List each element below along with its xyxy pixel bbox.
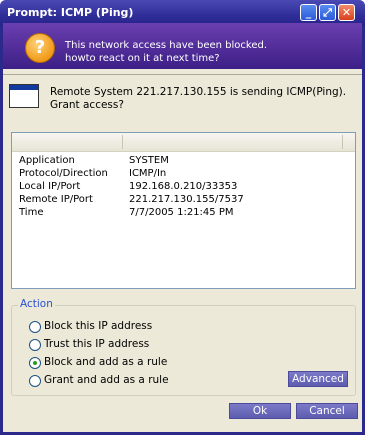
- maximize-icon[interactable]: ⤢: [319, 4, 336, 21]
- close-icon[interactable]: ✕: [338, 4, 355, 21]
- radio-button-selected[interactable]: [29, 357, 41, 369]
- ok-button[interactable]: Ok: [229, 403, 291, 419]
- question-icon: ?: [25, 33, 55, 63]
- advanced-button[interactable]: Advanced: [288, 371, 348, 387]
- details-list: Application SYSTEM Protocol/Direction IC…: [11, 132, 356, 289]
- divider: [3, 74, 362, 75]
- action-legend: Action: [18, 298, 55, 310]
- application-window-icon: [9, 84, 39, 108]
- details-header: [12, 133, 355, 152]
- access-question: Remote System 221.217.130.155 is sending…: [50, 86, 347, 111]
- action-group: Action Block this IP address Trust this …: [11, 298, 356, 396]
- radio-button[interactable]: [29, 321, 41, 333]
- cancel-button[interactable]: Cancel: [296, 403, 358, 419]
- prompt-window: Prompt: ICMP (Ping) _ ⤢ ✕ ? This network…: [0, 0, 365, 435]
- alert-banner: ? This network access have been blocked.…: [3, 23, 362, 69]
- banner-message-line1: This network access have been blocked.: [65, 40, 268, 51]
- radio-button[interactable]: [29, 375, 41, 387]
- window-title: Prompt: ICMP (Ping): [7, 6, 134, 19]
- minimize-icon[interactable]: _: [300, 4, 317, 21]
- radio-button[interactable]: [29, 339, 41, 351]
- banner-message-line2: howto react on it at next time?: [65, 53, 220, 64]
